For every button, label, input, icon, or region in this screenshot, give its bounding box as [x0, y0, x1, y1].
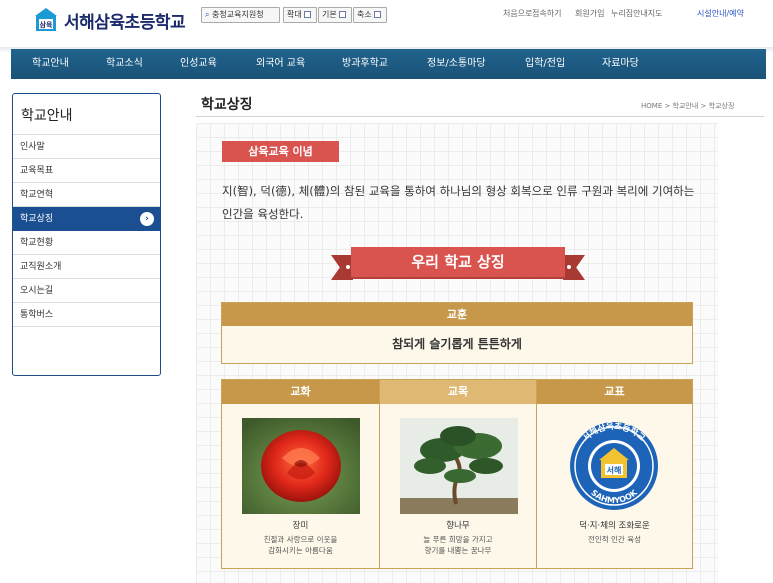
school-emblem: 서해 서해삼육초등학교 SAHMYOOK [570, 421, 658, 510]
gnb-item-language[interactable]: 외국어 교육 [256, 49, 305, 79]
sidebar-item-label: 인사말 [20, 142, 45, 152]
region-label: 충청교육지원청 [212, 10, 264, 19]
main-navigation: 학교안내 학교소식 인성교육 외국어 교육 방과후학교 정보/소통마당 입학/전… [11, 49, 766, 79]
gnb-item-afterschool[interactable]: 방과후학교 [342, 49, 388, 79]
description-line: 감화시키는 아름다움 [268, 546, 333, 555]
checkbox-icon [304, 11, 312, 18]
symbol-body: 향나무 늘 푸른 희망을 가지고 향기를 내뿜는 꿈나무 [380, 404, 536, 568]
description-line: 전인적 인간 육성 [587, 535, 642, 544]
default-zoom-button[interactable]: 기본 [318, 7, 353, 23]
util-link-join[interactable]: 회원가입 [575, 8, 604, 19]
symbol-description: 늘 푸른 희망을 가지고 향기를 내뿜는 꿈나무 [380, 534, 536, 556]
symbols-table: 교화 장미 친절과 사랑으로 이웃을 감화시키는 아름다움 교목 향나무 늘 푸… [221, 379, 693, 569]
top-header: 삼육 서해삼육초등학교 ⌕ 충청교육지원청 확대 기본 축소 처음으로 접속하기… [0, 0, 773, 48]
sidebar-item-symbols[interactable]: 학교상징 › [13, 207, 160, 231]
motto-heading: 교훈 [222, 303, 692, 326]
motto-box: 교훈 참되게 슬기롭게 튼튼하게 [221, 302, 693, 364]
sidebar-item-label: 교육목표 [20, 166, 54, 176]
zoom-in-label: 확대 [287, 10, 302, 19]
search-icon: ⌕ [205, 10, 210, 19]
symbol-heading: 교화 [222, 380, 379, 404]
symbol-body: 서해 서해삼육초등학교 SAHMYOOK 덕·지·체의 조화로운 전인적 인간 … [537, 404, 692, 568]
gnb-item-news[interactable]: 학교소식 [106, 49, 143, 79]
sidebar-item-label: 오시는길 [20, 286, 54, 296]
mission-text: 지(智), 덕(德), 체(體)의 참된 교육을 통하여 하나님의 형상 회복으… [222, 184, 695, 221]
page: 삼육 서해삼육초등학교 ⌕ 충청교육지원청 확대 기본 축소 처음으로 접속하기… [0, 0, 773, 583]
sidebar-item-status[interactable]: 학교현황 [13, 231, 160, 255]
symbol-description: 전인적 인간 육성 [537, 534, 692, 545]
sidebar-title: 학교안내 [21, 108, 73, 124]
symbol-emblem: 교표 서해 서해삼육초등학교 SAHMYOOK 덕·지·체의 조화로운 전인적 … [537, 380, 692, 568]
symbol-heading: 교표 [537, 380, 692, 404]
sidebar-item-staff[interactable]: 교직원소개 [13, 255, 160, 279]
sidebar-item-directions[interactable]: 오시는길 [13, 279, 160, 303]
page-title: 학교상징 [201, 97, 253, 113]
symbol-description: 친절과 사랑으로 이웃을 감화시키는 아름다움 [222, 534, 379, 556]
symbol-heading: 교목 [380, 380, 536, 404]
symbol-banner: 우리 학교 상징 [351, 247, 565, 277]
sidebar-item-history[interactable]: 학교연혁 [13, 183, 160, 207]
logo-text: 삼육 [40, 20, 53, 29]
gnb-item-resources[interactable]: 자료마당 [602, 49, 639, 79]
ribbon-dot [346, 265, 350, 269]
symbol-name: 덕·지·체의 조화로운 [579, 521, 650, 531]
emblem-center-text: 서해 [607, 465, 622, 475]
description-line: 늘 푸른 희망을 가지고 [423, 535, 493, 544]
school-logo-icon[interactable]: 삼육 [33, 7, 59, 33]
util-link-sitemap[interactable]: 누리집안내지도 [611, 8, 663, 19]
site-title[interactable]: 서해삼육초등학교 [64, 8, 186, 33]
gnb-item-about[interactable]: 학교안내 [32, 49, 69, 79]
motto-text: 참되게 슬기롭게 튼튼하게 [222, 326, 692, 363]
zoom-in-button[interactable]: 확대 [283, 7, 318, 23]
checkbox-icon [374, 11, 382, 18]
region-link[interactable]: ⌕ 충청교육지원청 [201, 7, 280, 23]
mission-label: 삼육교육 이념 [222, 141, 339, 162]
description-line: 친절과 사랑으로 이웃을 [263, 535, 338, 544]
sidebar-item-label: 교직원소개 [20, 262, 62, 272]
util-link-login[interactable]: 접속하기 [532, 8, 561, 19]
title-divider [196, 116, 764, 117]
symbol-name: 장미 [292, 521, 309, 531]
symbol-flower: 교화 장미 친절과 사랑으로 이웃을 감화시키는 아름다움 [222, 380, 380, 568]
breadcrumb: HOME > 학교안내 > 학교상징 [641, 102, 735, 110]
checkbox-icon [339, 11, 347, 18]
zoom-out-button[interactable]: 축소 [353, 7, 388, 23]
sidebar: 학교안내 인사말 교육목표 학교연혁 학교상징 › 학교현황 교직원소개 오시는… [12, 93, 161, 376]
rose-image [242, 418, 360, 514]
default-zoom-label: 기본 [322, 10, 337, 19]
gnb-item-character[interactable]: 인성교육 [180, 49, 217, 79]
zoom-out-label: 축소 [357, 10, 372, 19]
gnb-item-community[interactable]: 정보/소통마당 [427, 49, 486, 79]
symbol-tree: 교목 향나무 늘 푸른 희망을 가지고 향기를 내뿜는 꿈나무 [380, 380, 537, 568]
juniper-tree-image [400, 418, 518, 514]
sidebar-item-bus[interactable]: 통학버스 [13, 303, 160, 327]
sidebar-item-label: 통학버스 [20, 310, 54, 320]
arrow-right-icon: › [140, 212, 154, 226]
symbol-body: 장미 친절과 사랑으로 이웃을 감화시키는 아름다움 [222, 404, 379, 568]
sidebar-item-label: 학교상징 [20, 214, 54, 224]
sidebar-menu: 인사말 교육목표 학교연혁 학교상징 › 학교현황 교직원소개 오시는길 통학버… [13, 134, 160, 327]
ribbon-dot [567, 265, 571, 269]
sidebar-item-label: 학교현황 [20, 238, 54, 248]
sidebar-item-goals[interactable]: 교육목표 [13, 159, 160, 183]
util-link-home[interactable]: 처음으로 [503, 8, 532, 19]
sidebar-item-greeting[interactable]: 인사말 [13, 135, 160, 159]
gnb-item-admission[interactable]: 입학/전입 [525, 49, 565, 79]
symbol-name: 향나무 [446, 521, 470, 531]
description-line: 향기를 내뿜는 꿈나무 [424, 546, 492, 555]
sidebar-item-label: 학교연혁 [20, 190, 54, 200]
util-link-facility[interactable]: 시설안내/예약 [697, 8, 744, 19]
